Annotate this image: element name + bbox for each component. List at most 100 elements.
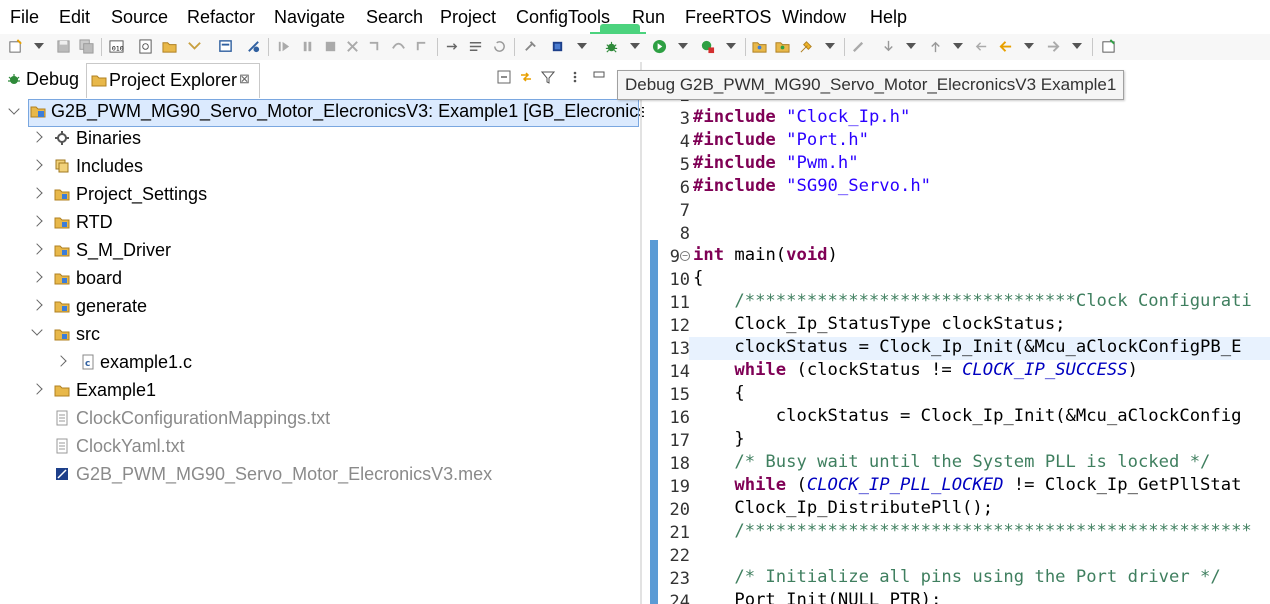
suspend-icon[interactable] bbox=[300, 39, 315, 54]
config-tool-dropdown-icon[interactable] bbox=[825, 43, 835, 49]
annotation-up-dropdown-icon[interactable] bbox=[953, 43, 963, 49]
collapse-all-icon[interactable] bbox=[497, 70, 511, 84]
source-folder-icon bbox=[54, 329, 70, 341]
pane-splitter[interactable] bbox=[640, 62, 642, 604]
chevron-down-icon[interactable] bbox=[8, 103, 20, 115]
code-token: ) bbox=[827, 245, 838, 265]
step-into-icon[interactable] bbox=[367, 39, 382, 54]
chevron-right-icon[interactable] bbox=[31, 299, 43, 311]
tab-debug[interactable]: Debug bbox=[2, 62, 84, 96]
instruction-stepping-icon[interactable] bbox=[445, 39, 460, 54]
project-explorer-tree: G2B_PWM_MG90_Servo_Motor_ElecronicsV3: E… bbox=[0, 98, 691, 604]
tree-item-board[interactable]: board bbox=[0, 266, 640, 292]
annotation-down-dropdown-icon[interactable] bbox=[906, 43, 916, 49]
tree-item-label: G2B_PWM_MG90_Servo_Motor_ElecronicsV3.me… bbox=[76, 464, 493, 484]
chip-dropdown-icon[interactable] bbox=[577, 43, 587, 49]
annotation-down-icon[interactable] bbox=[881, 39, 896, 54]
chevron-right-icon[interactable] bbox=[31, 271, 43, 283]
external-tools-icon[interactable] bbox=[700, 39, 715, 54]
tree-item-clock-mappings[interactable]: ClockConfigurationMappings.txt bbox=[0, 406, 640, 432]
menu-freertos[interactable]: FreeRTOS bbox=[685, 7, 771, 28]
menu-search[interactable]: Search bbox=[366, 7, 423, 28]
forward-icon[interactable] bbox=[1046, 39, 1061, 54]
console-icon[interactable] bbox=[218, 39, 233, 54]
build-all-icon[interactable] bbox=[523, 39, 538, 54]
code-line: while (CLOCK_IP_PLL_LOCKED != Clock_Ip_G… bbox=[693, 475, 1241, 498]
code-token: void bbox=[786, 245, 828, 265]
build-binary-icon[interactable]: 010 bbox=[109, 39, 124, 54]
tree-item-src[interactable]: src bbox=[0, 322, 640, 348]
code-area[interactable]: #include "Mcu.h" #include "Clock_Ip.h" #… bbox=[689, 62, 1270, 604]
fold-collapse-icon[interactable]: − bbox=[680, 251, 690, 261]
tree-item-binaries[interactable]: Binaries bbox=[0, 126, 640, 152]
terminate-icon[interactable] bbox=[323, 39, 338, 54]
chevron-right-icon[interactable] bbox=[31, 131, 43, 143]
chevron-right-icon[interactable] bbox=[31, 215, 43, 227]
open-project-icon[interactable] bbox=[775, 39, 790, 54]
filter-icon[interactable] bbox=[541, 70, 555, 84]
save-icon[interactable] bbox=[56, 39, 71, 54]
code-editor[interactable]: 2 3 4 5 6 7 8 9 − 10 11 12 13 14 15 16 1… bbox=[644, 62, 1270, 604]
tree-item-example1-c[interactable]: c example1.c bbox=[0, 350, 640, 376]
chevron-down-icon[interactable] bbox=[31, 324, 43, 336]
link-with-editor-icon[interactable] bbox=[519, 70, 533, 84]
use-step-filters-icon[interactable] bbox=[468, 39, 483, 54]
minimize-icon[interactable] bbox=[592, 70, 606, 84]
menu-project[interactable]: Project bbox=[440, 7, 496, 28]
back-icon[interactable] bbox=[998, 39, 1013, 54]
tree-item-project[interactable]: G2B_PWM_MG90_Servo_Motor_ElecronicsV3: E… bbox=[28, 99, 691, 127]
forward-dropdown-icon[interactable] bbox=[1072, 43, 1082, 49]
menu-file[interactable]: File bbox=[10, 7, 39, 28]
menu-refactor[interactable]: Refactor bbox=[187, 7, 255, 28]
back-dropdown-icon[interactable] bbox=[1024, 43, 1034, 49]
resume-icon[interactable] bbox=[276, 39, 291, 54]
save-all-icon[interactable] bbox=[79, 39, 94, 54]
open-folder-icon[interactable] bbox=[752, 39, 767, 54]
svg-text:010: 010 bbox=[112, 44, 124, 52]
tab-close-icon[interactable]: ⊠ bbox=[239, 71, 250, 87]
tree-item-example1-folder[interactable]: Example1 bbox=[0, 378, 640, 404]
view-menu-icon[interactable] bbox=[568, 70, 582, 84]
skip-breakpoints-icon[interactable] bbox=[246, 39, 261, 54]
external-tools-dropdown-icon[interactable] bbox=[726, 43, 736, 49]
annotation-up-icon[interactable] bbox=[928, 39, 943, 54]
chevron-right-icon[interactable] bbox=[31, 243, 43, 255]
debug-dropdown-icon[interactable] bbox=[630, 43, 640, 49]
tree-item-mex-file[interactable]: G2B_PWM_MG90_Servo_Motor_ElecronicsV3.me… bbox=[0, 462, 640, 488]
disconnect-icon[interactable] bbox=[345, 39, 360, 54]
run-icon[interactable] bbox=[652, 39, 667, 54]
new-dropdown-icon[interactable] bbox=[34, 43, 44, 49]
open-perspective-icon[interactable] bbox=[1101, 39, 1116, 54]
menu-window[interactable]: Window bbox=[782, 7, 846, 28]
step-return-icon[interactable] bbox=[414, 39, 429, 54]
config-tool-icon[interactable] bbox=[799, 39, 814, 54]
menu-configtools[interactable]: ConfigTools bbox=[516, 7, 610, 28]
menu-help[interactable]: Help bbox=[870, 7, 907, 28]
properties-icon[interactable] bbox=[138, 39, 153, 54]
menu-navigate[interactable]: Navigate bbox=[274, 7, 345, 28]
chevron-right-icon[interactable] bbox=[31, 383, 43, 395]
chip-icon[interactable] bbox=[550, 39, 565, 54]
tree-item-s-m-driver[interactable]: S_M_Driver bbox=[0, 238, 640, 264]
step-over-icon[interactable] bbox=[391, 39, 406, 54]
debug-bug-icon[interactable] bbox=[604, 39, 619, 54]
restart-icon[interactable] bbox=[492, 39, 507, 54]
tree-item-includes[interactable]: Includes bbox=[0, 154, 640, 180]
chevron-right-icon[interactable] bbox=[31, 187, 43, 199]
menu-edit[interactable]: Edit bbox=[59, 7, 90, 28]
tree-item-rtd[interactable]: RTD bbox=[0, 210, 640, 236]
code-token: != Clock_Ip_GetPllStat bbox=[1003, 475, 1242, 495]
run-dropdown-icon[interactable] bbox=[678, 43, 688, 49]
search-folder-icon[interactable] bbox=[162, 39, 177, 54]
open-type-icon[interactable] bbox=[187, 39, 202, 54]
tree-item-generate[interactable]: generate bbox=[0, 294, 640, 320]
new-icon[interactable] bbox=[8, 39, 23, 54]
tab-project-explorer[interactable]: Project Explorer ⊠ bbox=[86, 63, 260, 98]
menu-source[interactable]: Source bbox=[111, 7, 168, 28]
chevron-right-icon[interactable] bbox=[31, 159, 43, 171]
chevron-right-icon[interactable] bbox=[55, 355, 67, 367]
pencil-icon[interactable] bbox=[851, 39, 866, 54]
tree-item-project-settings[interactable]: Project_Settings bbox=[0, 182, 640, 208]
last-edit-icon[interactable] bbox=[974, 39, 989, 54]
tree-item-clockyaml[interactable]: ClockYaml.txt bbox=[0, 434, 640, 460]
